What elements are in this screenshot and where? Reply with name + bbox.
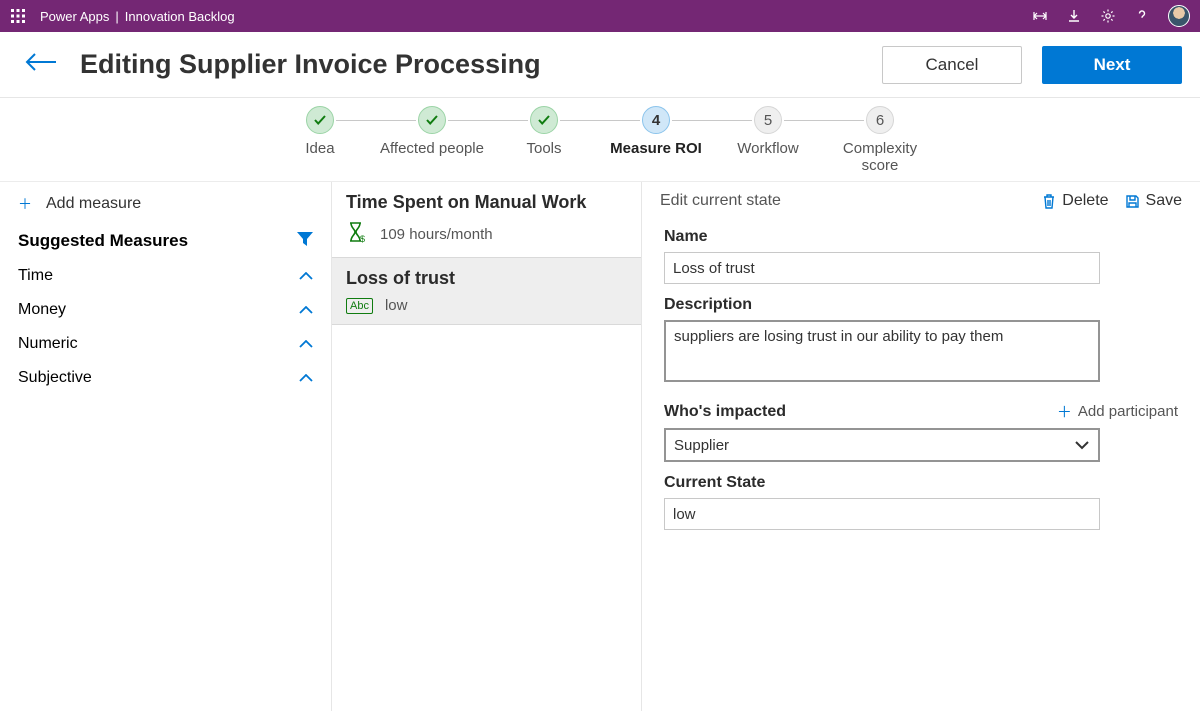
category-subjective[interactable]: Subjective [0, 361, 331, 395]
category-label: Numeric [18, 335, 78, 353]
edit-panel: Edit current state Delete Save Name Desc… [642, 182, 1200, 711]
hourglass-dollar-icon: $ [346, 221, 368, 247]
measure-title: Time Spent on Manual Work [346, 192, 627, 213]
filter-icon[interactable] [297, 231, 313, 251]
category-time[interactable]: Time [0, 259, 331, 293]
measure-title: Loss of trust [346, 268, 627, 289]
next-button[interactable]: Next [1042, 46, 1182, 84]
chevron-up-icon [299, 369, 313, 387]
delete-label: Delete [1062, 192, 1108, 210]
topbar-actions [1032, 5, 1190, 27]
topbar-app-name: Power Apps [40, 9, 109, 24]
current-state-label: Current State [664, 474, 1178, 492]
plus-icon: ＋ [18, 194, 32, 214]
step-number: 4 [642, 106, 670, 134]
add-measure-button[interactable]: ＋ Add measure [0, 182, 331, 223]
step-label: Idea [264, 140, 376, 157]
page-title: Editing Supplier Invoice Processing [80, 49, 882, 80]
content-body: ＋ Add measure Suggested Measures Time Mo… [0, 182, 1200, 711]
add-participant-button[interactable]: ＋ Add participant [1057, 401, 1178, 422]
name-label: Name [664, 228, 1178, 246]
cancel-button[interactable]: Cancel [882, 46, 1022, 84]
measure-card-loss-of-trust[interactable]: Loss of trust Abc low [332, 257, 641, 325]
who-impacted-value: Supplier [674, 437, 729, 454]
chevron-up-icon [299, 301, 313, 319]
svg-text:$: $ [360, 234, 365, 243]
step-number: 6 [866, 106, 894, 134]
topbar-divider: | [115, 9, 118, 24]
text-type-icon: Abc [346, 298, 373, 314]
step-number: 5 [754, 106, 782, 134]
user-avatar[interactable] [1168, 5, 1190, 27]
suggested-measures-heading: Suggested Measures [0, 223, 331, 259]
step-label: Complexity score [824, 140, 936, 175]
wizard-stepper: Idea Affected people Tools 4 Measure ROI… [0, 98, 1200, 182]
measure-value: low [385, 297, 408, 314]
step-label: Workflow [712, 140, 824, 157]
add-measure-label: Add measure [46, 195, 141, 213]
app-launcher-icon[interactable] [10, 8, 26, 24]
category-label: Subjective [18, 369, 92, 387]
help-icon[interactable] [1134, 8, 1150, 24]
step-tools[interactable]: Tools [488, 106, 600, 157]
measures-list: Time Spent on Manual Work $ 109 hours/mo… [332, 182, 642, 711]
add-participant-label: Add participant [1078, 403, 1178, 420]
global-topbar: Power Apps | Innovation Backlog [0, 0, 1200, 32]
heading-text: Suggested Measures [18, 231, 188, 251]
measure-value: 109 hours/month [380, 226, 493, 243]
category-money[interactable]: Money [0, 293, 331, 327]
step-measure-roi[interactable]: 4 Measure ROI [600, 106, 712, 157]
category-label: Money [18, 301, 66, 319]
description-label: Description [664, 296, 1178, 314]
delete-button[interactable]: Delete [1042, 192, 1108, 210]
step-workflow[interactable]: 5 Workflow [712, 106, 824, 157]
page-header: Editing Supplier Invoice Processing Canc… [0, 32, 1200, 98]
chevron-up-icon [299, 335, 313, 353]
who-impacted-select[interactable]: Supplier [664, 428, 1100, 462]
edit-panel-title: Edit current state [660, 192, 1026, 210]
chevron-up-icon [299, 267, 313, 285]
topbar-context: Innovation Backlog [125, 9, 235, 24]
description-field[interactable] [664, 320, 1100, 382]
who-impacted-label: Who's impacted [664, 403, 786, 421]
gear-icon[interactable] [1100, 8, 1116, 24]
chevron-down-icon [1074, 437, 1090, 454]
topbar-title: Power Apps | Innovation Backlog [40, 9, 1032, 24]
name-field[interactable] [664, 252, 1100, 284]
step-label: Tools [488, 140, 600, 157]
download-icon[interactable] [1066, 8, 1082, 24]
step-complexity-score[interactable]: 6 Complexity score [824, 106, 936, 175]
category-label: Time [18, 267, 53, 285]
save-label: Save [1146, 192, 1182, 210]
measures-sidebar: ＋ Add measure Suggested Measures Time Mo… [0, 182, 332, 711]
step-label: Affected people [376, 140, 488, 157]
back-arrow-icon[interactable] [24, 52, 58, 77]
fit-icon[interactable] [1032, 8, 1048, 24]
current-state-field[interactable] [664, 498, 1100, 530]
step-affected-people[interactable]: Affected people [376, 106, 488, 157]
category-numeric[interactable]: Numeric [0, 327, 331, 361]
step-label: Measure ROI [600, 140, 712, 157]
step-idea[interactable]: Idea [264, 106, 376, 157]
plus-icon: ＋ [1057, 401, 1072, 422]
save-button[interactable]: Save [1125, 192, 1182, 210]
measure-card-time[interactable]: Time Spent on Manual Work $ 109 hours/mo… [332, 182, 641, 257]
